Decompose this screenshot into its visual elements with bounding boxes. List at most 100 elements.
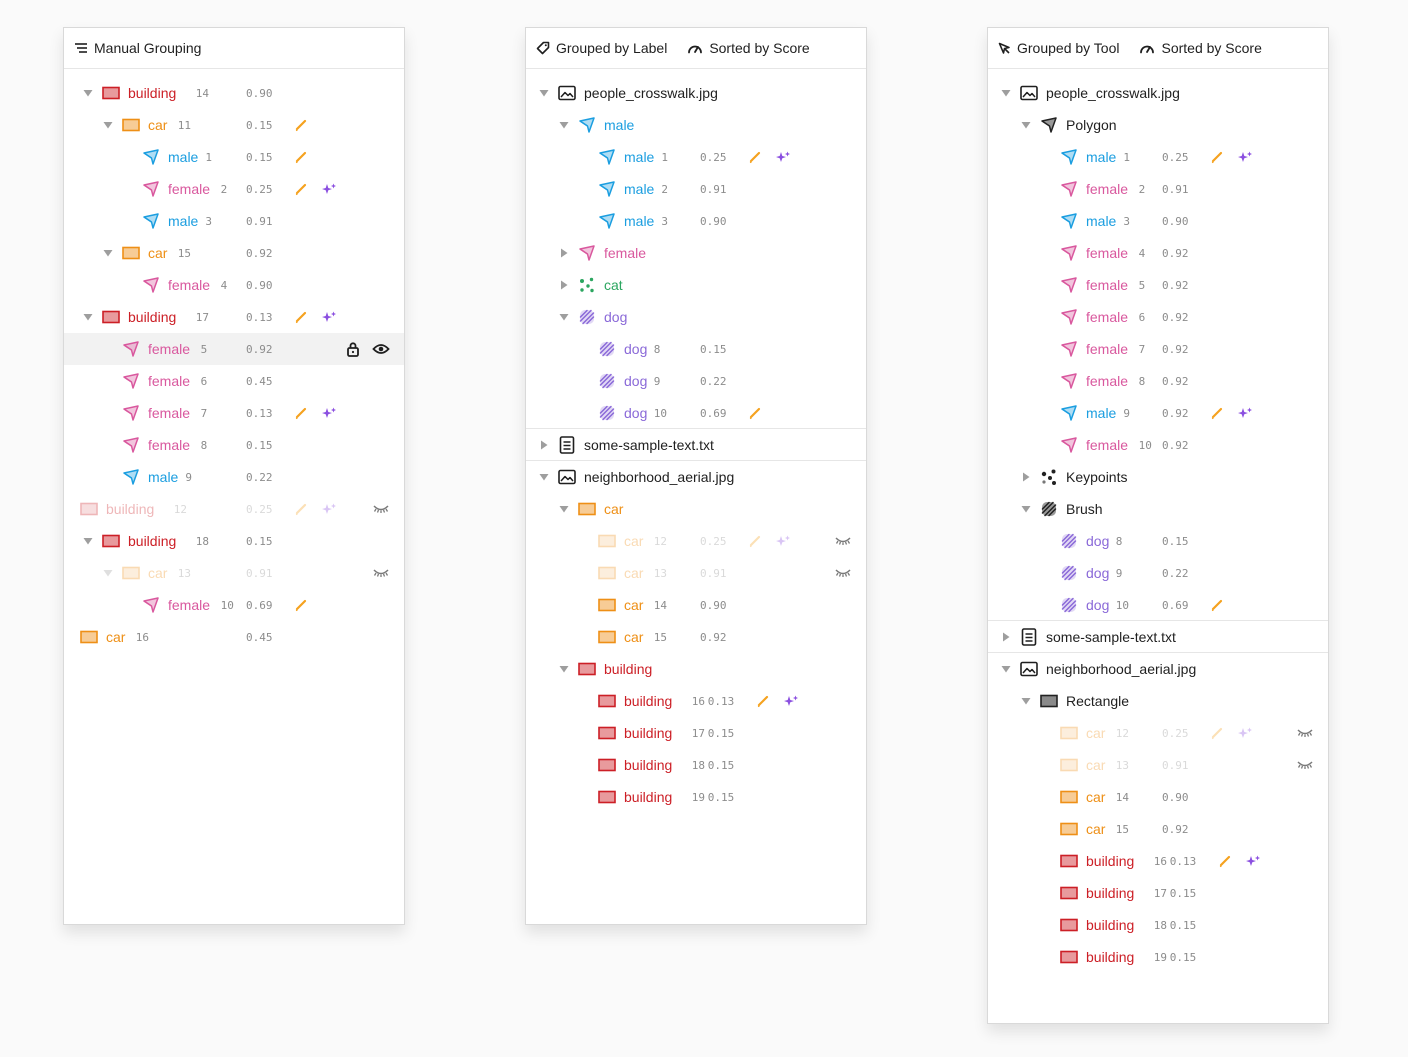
sparkle-icon[interactable] [320,397,338,429]
annotation-row[interactable]: female 10 0.69 [64,589,404,621]
eye-closed-icon[interactable] [372,557,390,589]
pencil-icon[interactable] [746,525,764,557]
annotation-row[interactable]: male 3 0.90 [526,205,866,237]
annotation-row[interactable]: dog 8 0.15 [526,333,866,365]
header-grouped-by-label[interactable]: Grouped by Label [536,40,667,56]
group-row[interactable]: Rectangle [988,685,1328,717]
annotation-row[interactable]: male 9 0.92 [988,397,1328,429]
group-row[interactable]: Polygon [988,109,1328,141]
eye-closed-icon[interactable] [1296,749,1314,781]
chevron-down-icon[interactable] [1000,653,1012,685]
chevron-down-icon[interactable] [538,461,550,493]
header-grouped-by-tool[interactable]: Grouped by Tool [998,40,1119,56]
annotation-row[interactable]: dog 8 0.15 [988,525,1328,557]
chevron-down-icon[interactable] [102,557,114,589]
annotation-row[interactable]: male 2 0.91 [526,173,866,205]
annotation-row[interactable]: car 12 0.25 [526,525,866,557]
pencil-icon[interactable] [292,397,310,429]
pencil-icon[interactable] [292,589,310,621]
annotation-row[interactable]: car 16 0.45 [64,621,404,653]
annotation-row[interactable]: car 12 0.25 [988,717,1328,749]
annotation-row[interactable]: male 1 0.25 [526,141,866,173]
annotation-row[interactable]: male 3 0.90 [988,205,1328,237]
group-row[interactable]: car [526,493,866,525]
sparkle-icon[interactable] [320,493,338,525]
eye-closed-icon[interactable] [834,525,852,557]
pencil-icon[interactable] [292,493,310,525]
annotation-row[interactable]: dog 9 0.22 [988,557,1328,589]
pencil-icon[interactable] [1208,717,1226,749]
header-manual-grouping[interactable]: Manual Grouping [74,40,201,56]
chevron-right-icon[interactable] [558,269,570,301]
sparkle-icon[interactable] [782,685,800,717]
file-row[interactable]: some-sample-text.txt [526,428,866,461]
group-row[interactable]: cat [526,269,866,301]
annotation-row[interactable]: male 3 0.91 [64,205,404,237]
annotation-row[interactable]: building 18 0.15 [64,525,404,557]
pencil-icon[interactable] [292,141,310,173]
chevron-down-icon[interactable] [1020,493,1032,525]
chevron-down-icon[interactable] [1000,77,1012,109]
chevron-down-icon[interactable] [1020,685,1032,717]
annotation-row[interactable]: car 13 0.91 [64,557,404,589]
annotation-row[interactable]: building 18 0.15 [988,909,1328,941]
annotation-row[interactable]: female 2 0.25 [64,173,404,205]
file-row[interactable]: people_crosswalk.jpg [526,77,866,109]
annotation-row[interactable]: building 18 0.15 [526,749,866,781]
group-row[interactable]: male [526,109,866,141]
annotation-row[interactable]: dog 9 0.22 [526,365,866,397]
sparkle-icon[interactable] [1244,845,1262,877]
file-row[interactable]: neighborhood_aerial.jpg [988,652,1328,685]
annotation-row[interactable]: car 15 0.92 [988,813,1328,845]
sparkle-icon[interactable] [774,141,792,173]
annotation-row[interactable]: car 15 0.92 [64,237,404,269]
annotation-row[interactable]: dog 10 0.69 [988,589,1328,621]
chevron-right-icon[interactable] [538,429,550,461]
group-row[interactable]: dog [526,301,866,333]
annotation-row[interactable]: building 17 0.15 [526,717,866,749]
file-row[interactable]: people_crosswalk.jpg [988,77,1328,109]
annotation-row[interactable]: female 2 0.91 [988,173,1328,205]
chevron-down-icon[interactable] [1020,109,1032,141]
eye-closed-icon[interactable] [372,493,390,525]
annotation-row[interactable]: building 19 0.15 [988,941,1328,973]
annotation-row[interactable]: car 13 0.91 [988,749,1328,781]
chevron-down-icon[interactable] [102,109,114,141]
annotation-row[interactable]: car 14 0.90 [988,781,1328,813]
group-row[interactable]: building [526,653,866,685]
chevron-down-icon[interactable] [538,77,550,109]
pencil-icon[interactable] [1216,845,1234,877]
annotation-row[interactable]: car 15 0.92 [526,621,866,653]
annotation-row[interactable]: building 12 0.25 [64,493,404,525]
sparkle-icon[interactable] [774,525,792,557]
chevron-down-icon[interactable] [82,77,94,109]
chevron-down-icon[interactable] [558,301,570,333]
lock-icon[interactable] [344,333,362,365]
chevron-down-icon[interactable] [82,301,94,333]
chevron-right-icon[interactable] [558,237,570,269]
group-row[interactable]: Brush [988,493,1328,525]
annotation-row[interactable]: building 19 0.15 [526,781,866,813]
sparkle-icon[interactable] [1236,397,1254,429]
annotation-row[interactable]: male 9 0.22 [64,461,404,493]
chevron-down-icon[interactable] [558,109,570,141]
chevron-down-icon[interactable] [102,237,114,269]
group-row[interactable]: Keypoints [988,461,1328,493]
annotation-row[interactable]: female 5 0.92 [988,269,1328,301]
pencil-icon[interactable] [1208,589,1226,621]
annotation-row[interactable]: female 7 0.13 [64,397,404,429]
chevron-right-icon[interactable] [1000,621,1012,653]
annotation-row[interactable]: female 8 0.15 [64,429,404,461]
annotation-row[interactable]: male 1 0.25 [988,141,1328,173]
sparkle-icon[interactable] [1236,717,1254,749]
annotation-row[interactable]: building 17 0.13 [64,301,404,333]
sparkle-icon[interactable] [320,173,338,205]
pencil-icon[interactable] [292,301,310,333]
annotation-row[interactable]: female 8 0.92 [988,365,1328,397]
annotation-row[interactable]: female 4 0.92 [988,237,1328,269]
annotation-row[interactable]: car 14 0.90 [526,589,866,621]
sparkle-icon[interactable] [320,301,338,333]
annotation-row[interactable]: female 7 0.92 [988,333,1328,365]
eye-closed-icon[interactable] [1296,717,1314,749]
annotation-row[interactable]: female 4 0.90 [64,269,404,301]
